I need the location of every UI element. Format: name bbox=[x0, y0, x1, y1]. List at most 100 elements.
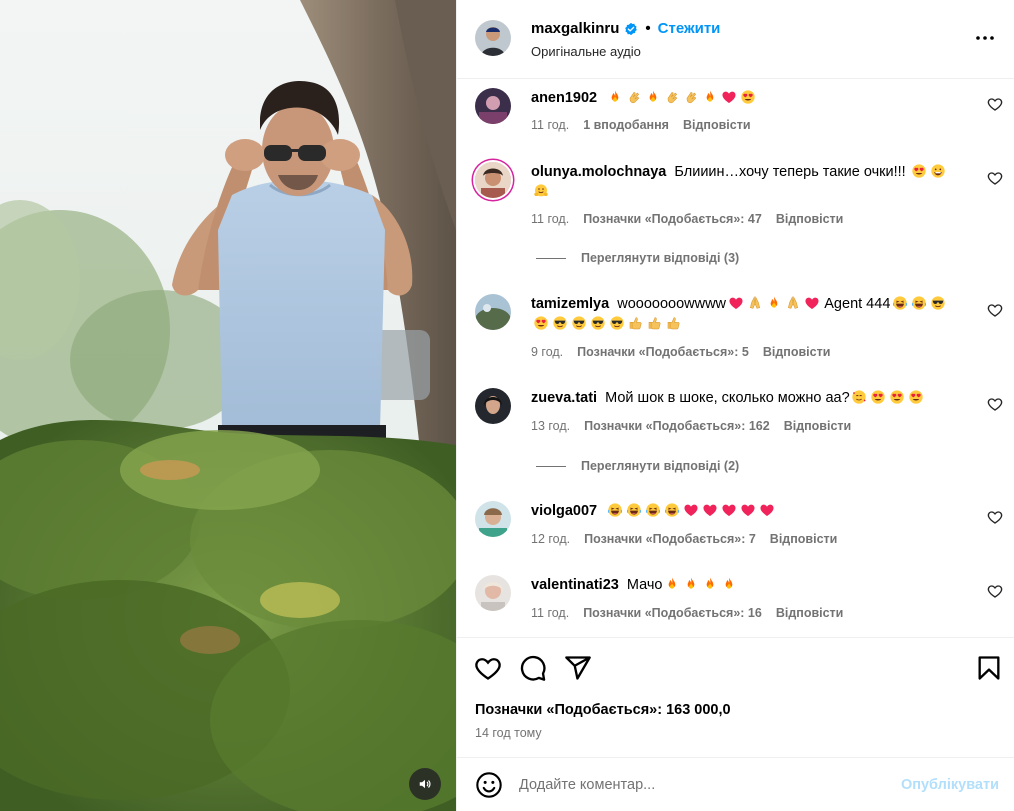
fire-emoji-icon bbox=[664, 576, 680, 592]
comment-time[interactable]: 11 год. bbox=[531, 212, 569, 226]
fire-emoji-icon bbox=[683, 576, 699, 592]
view-replies-button[interactable]: Переглянути відповіді (3) bbox=[536, 251, 739, 265]
comment-composer: Опублікувати bbox=[457, 757, 1014, 811]
audio-label[interactable]: Оригінальне аудіо bbox=[531, 44, 641, 59]
comment-likes[interactable]: 1 вподобання bbox=[583, 118, 669, 132]
fire-emoji-icon bbox=[721, 576, 737, 592]
comment-meta: 9 год. Позначки «Подобається»: 5 Відпові… bbox=[531, 345, 830, 359]
pray-emoji-icon bbox=[785, 295, 801, 311]
replies-divider bbox=[536, 257, 566, 259]
post-side-panel: maxgalkinru • Стежити Оригінальне аудіо bbox=[456, 0, 1014, 811]
comment-time[interactable]: 12 год. bbox=[531, 532, 570, 546]
comment-likes[interactable]: Позначки «Подобається»: 162 bbox=[584, 419, 770, 433]
heart-eyes-emoji-icon bbox=[533, 315, 549, 331]
fire-emoji-icon bbox=[702, 89, 718, 105]
comment-username[interactable]: olunya.molochnaya bbox=[531, 164, 666, 180]
comment-emojis bbox=[726, 296, 821, 312]
post-timestamp[interactable]: 14 год тому bbox=[475, 726, 542, 740]
author-avatar[interactable] bbox=[475, 20, 511, 56]
reply-button[interactable]: Відповісти bbox=[770, 532, 838, 546]
view-replies-label: Переглянути відповіді (2) bbox=[581, 459, 740, 473]
commenter-avatar[interactable] bbox=[475, 575, 511, 611]
thumb-emoji-icon bbox=[628, 315, 644, 331]
comment-username[interactable]: zueva.tati bbox=[531, 390, 597, 406]
heart-icon[interactable] bbox=[987, 583, 1003, 599]
commenter-avatar[interactable] bbox=[475, 88, 511, 124]
comment-meta: 11 год. 1 вподобання Відповісти bbox=[531, 118, 751, 132]
comment-input[interactable] bbox=[519, 772, 899, 798]
comment-text: wooooooowwww bbox=[617, 296, 727, 312]
comment-username[interactable]: anen1902 bbox=[531, 90, 597, 106]
heart-emoji-icon bbox=[702, 502, 718, 518]
fire-emoji-icon bbox=[766, 295, 782, 311]
comment-username[interactable]: valentinati23 bbox=[531, 577, 619, 593]
post-likes-count[interactable]: Позначки «Подобається»: 163 000,0 bbox=[475, 702, 731, 718]
comment-username[interactable]: tamizemlya bbox=[531, 296, 609, 312]
follow-button[interactable]: Стежити bbox=[658, 20, 721, 37]
heart-icon[interactable] bbox=[987, 509, 1003, 525]
reply-button[interactable]: Відповісти bbox=[776, 212, 844, 226]
comment-emojis bbox=[850, 390, 926, 406]
emoji-icon[interactable] bbox=[475, 771, 503, 799]
comment-meta: 11 год. Позначки «Подобається»: 16 Відпо… bbox=[531, 606, 843, 620]
reply-button[interactable]: Відповісти bbox=[776, 606, 844, 620]
commenter-avatar[interactable] bbox=[475, 162, 511, 198]
reply-button[interactable]: Відповісти bbox=[763, 345, 831, 359]
post-media[interactable] bbox=[0, 0, 456, 811]
comment-icon[interactable] bbox=[519, 654, 547, 682]
heart-eyes-emoji-icon bbox=[889, 389, 905, 405]
comment-time[interactable]: 9 год. bbox=[531, 345, 563, 359]
comment-text: Мой шок в шоке, сколько можно аа? bbox=[605, 390, 850, 406]
commenter-avatar[interactable] bbox=[475, 388, 511, 424]
header-separator: • bbox=[645, 20, 651, 37]
comment-time[interactable]: 11 год. bbox=[531, 606, 569, 620]
clap-emoji-icon bbox=[683, 89, 699, 105]
heart-emoji-icon bbox=[728, 295, 744, 311]
publish-button[interactable]: Опублікувати bbox=[901, 777, 999, 793]
cool-emoji-icon bbox=[590, 315, 606, 331]
pray-emoji-icon bbox=[747, 295, 763, 311]
heart-emoji-icon bbox=[804, 295, 820, 311]
post-actions: Позначки «Подобається»: 163 000,0 14 год… bbox=[457, 637, 1014, 757]
comment-likes[interactable]: Позначки «Подобається»: 16 bbox=[583, 606, 762, 620]
audio-toggle-button[interactable] bbox=[409, 768, 441, 800]
reply-button[interactable]: Відповісти bbox=[784, 419, 852, 433]
reply-button[interactable]: Відповісти bbox=[683, 118, 751, 132]
heart-icon[interactable] bbox=[987, 96, 1003, 112]
laugh-emoji-icon bbox=[607, 502, 623, 518]
cool-emoji-icon bbox=[571, 315, 587, 331]
view-replies-label: Переглянути відповіді (3) bbox=[581, 251, 740, 265]
comment-likes[interactable]: Позначки «Подобається»: 5 bbox=[577, 345, 749, 359]
comment-username[interactable]: violga007 bbox=[531, 503, 597, 519]
comment-time[interactable]: 11 год. bbox=[531, 118, 569, 132]
bookmark-icon[interactable] bbox=[975, 654, 1003, 682]
heart-icon[interactable] bbox=[474, 654, 502, 682]
heart-icon[interactable] bbox=[987, 302, 1003, 318]
comment-likes[interactable]: Позначки «Подобається»: 47 bbox=[583, 212, 762, 226]
heart-icon[interactable] bbox=[987, 170, 1003, 186]
heart-eyes-emoji-icon bbox=[908, 389, 924, 405]
comment-time[interactable]: 13 год. bbox=[531, 419, 570, 433]
fire-emoji-icon bbox=[607, 89, 623, 105]
comment-emojis bbox=[605, 90, 757, 106]
post-video-frame bbox=[0, 0, 456, 811]
hug-emoji-icon bbox=[533, 183, 549, 199]
heart-emoji-icon bbox=[759, 502, 775, 518]
clap-emoji-icon bbox=[626, 89, 642, 105]
comment-emojis bbox=[662, 577, 738, 593]
author-username[interactable]: maxgalkinru bbox=[531, 20, 619, 37]
comment-likes[interactable]: Позначки «Подобається»: 7 bbox=[584, 532, 756, 546]
heart-icon[interactable] bbox=[987, 396, 1003, 412]
more-options-icon[interactable] bbox=[973, 26, 997, 50]
laugh-emoji-icon bbox=[626, 502, 642, 518]
thumb-emoji-icon bbox=[666, 315, 682, 331]
verified-badge-icon bbox=[624, 22, 638, 36]
commenter-avatar[interactable] bbox=[475, 294, 511, 330]
heart-eyes-emoji-icon bbox=[870, 389, 886, 405]
view-replies-button[interactable]: Переглянути відповіді (2) bbox=[536, 459, 739, 473]
comments-list[interactable]: anen1902 11 год. 1 вподобання Відповісти… bbox=[457, 80, 1014, 637]
share-icon[interactable] bbox=[564, 654, 592, 682]
commenter-avatar[interactable] bbox=[475, 501, 511, 537]
laugh-emoji-icon bbox=[645, 502, 661, 518]
replies-divider bbox=[536, 465, 566, 467]
